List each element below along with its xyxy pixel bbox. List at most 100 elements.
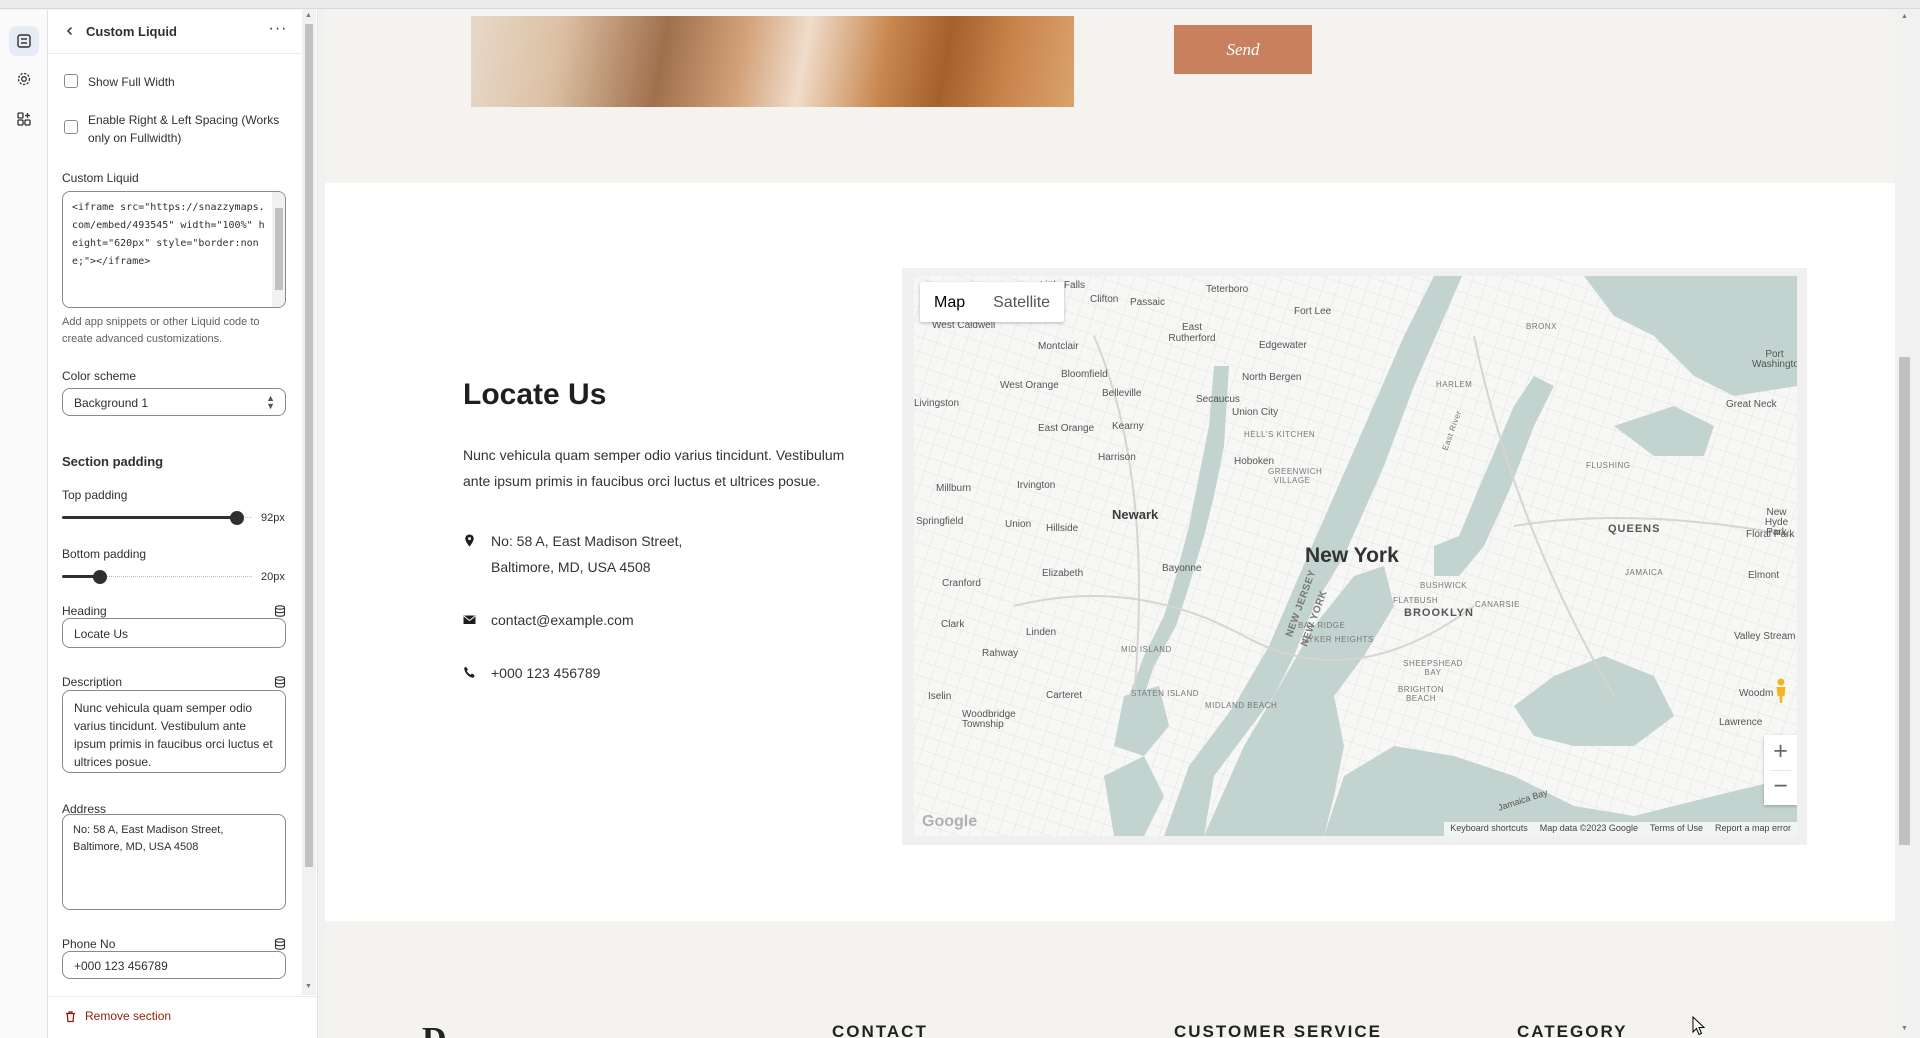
bottom-padding-slider[interactable] xyxy=(62,569,252,585)
scroll-up-icon[interactable]: ▲ xyxy=(1901,13,1908,20)
gear-icon[interactable] xyxy=(9,64,39,94)
footer: D CONTACT CUSTOMER SERVICE CATEGORY xyxy=(325,921,1895,1038)
heading-label: Heading xyxy=(62,604,107,618)
zoom-out-button[interactable]: − xyxy=(1764,770,1797,805)
scroll-down-icon[interactable]: ▼ xyxy=(1901,1025,1908,1032)
dynamic-source-icon[interactable] xyxy=(274,676,286,688)
top-padding-value: 92px xyxy=(261,512,285,524)
map-label: Springfield xyxy=(916,516,964,527)
contact-image xyxy=(471,16,1074,107)
map-label: East Rutherford xyxy=(1168,322,1216,344)
remove-section-label: Remove section xyxy=(85,1009,172,1023)
scroll-down-icon[interactable]: ▼ xyxy=(305,983,312,990)
preview-scroll-thumb[interactable] xyxy=(1899,357,1910,845)
select-chevron-icon: ▲ ▼ xyxy=(266,393,275,411)
dynamic-source-icon[interactable] xyxy=(274,605,286,617)
terms-of-use-link[interactable]: Terms of Use xyxy=(1644,822,1709,836)
footer-category-heading: CATEGORY xyxy=(1517,1022,1628,1038)
description-textarea[interactable]: Nunc vehicula quam semper odio varius ti… xyxy=(62,690,286,773)
map-label: Union City xyxy=(1232,407,1279,418)
map-label: GREENWICH VILLAGE xyxy=(1268,467,1323,485)
google-map[interactable]: Little Falls Clifton Passaic Teterboro F… xyxy=(914,276,1797,836)
address-line-1: No: 58 A, East Madison Street, xyxy=(491,533,683,549)
map-label: Port Washington xyxy=(1752,349,1797,370)
map-attribution: Keyboard shortcuts Map data ©2023 Google… xyxy=(1444,822,1797,836)
enable-spacing-checkbox[interactable] xyxy=(64,120,78,134)
icon-rail xyxy=(0,10,48,1038)
map-label: Great Neck xyxy=(1726,399,1777,410)
top-strip xyxy=(0,0,1920,9)
map-label: Carteret xyxy=(1046,690,1083,701)
report-map-error-link[interactable]: Report a map error xyxy=(1709,822,1797,836)
top-padding-slider[interactable] xyxy=(62,510,252,526)
preview-scrollbar[interactable]: ▲ ▼ xyxy=(1895,10,1920,1038)
bottom-padding-knob[interactable] xyxy=(93,570,107,584)
map-label: MID ISLAND xyxy=(1121,645,1172,654)
map-label: Valley Stream xyxy=(1734,631,1796,642)
show-full-width-checkbox-row[interactable]: Show Full Width xyxy=(64,73,175,91)
location-pin-icon xyxy=(465,534,474,547)
apps-icon[interactable] xyxy=(9,104,39,134)
more-options-icon[interactable]: ··· xyxy=(266,21,290,42)
map-type-map[interactable]: Map xyxy=(920,282,979,322)
map-label: Bayonne xyxy=(1162,563,1202,574)
map-label: Hoboken xyxy=(1234,456,1275,467)
enable-spacing-checkbox-row[interactable]: Enable Right & Left Spacing (Works only … xyxy=(64,111,284,147)
color-scheme-value: Background 1 xyxy=(74,396,149,410)
address-line-2: Baltimore, MD, USA 4508 xyxy=(491,559,651,575)
top-padding-knob[interactable] xyxy=(229,511,244,525)
sections-icon[interactable] xyxy=(9,26,39,56)
dynamic-source-icon[interactable] xyxy=(274,938,286,950)
map-label: Millburn xyxy=(936,483,972,494)
map-label: Clifton xyxy=(1090,294,1119,305)
map-borough-label: HARLEM xyxy=(1436,380,1473,389)
heading-input[interactable]: Locate Us xyxy=(62,618,286,648)
map-label: North Bergen xyxy=(1242,372,1302,383)
map-borough-label: QUEENS xyxy=(1608,523,1661,535)
map-label: BUSHWICK xyxy=(1420,581,1468,590)
custom-liquid-textarea[interactable]: <iframe src="https://snazzymaps.com/embe… xyxy=(62,191,286,308)
code-scroll-thumb[interactable] xyxy=(275,208,283,290)
send-button[interactable]: Send xyxy=(1174,25,1312,74)
map-label: Fort Lee xyxy=(1294,306,1332,317)
footer-customer-service-heading: CUSTOMER SERVICE xyxy=(1174,1022,1383,1038)
google-logo: Google xyxy=(922,813,978,830)
custom-liquid-code: <iframe src="https://snazzymaps.com/embe… xyxy=(72,202,265,267)
locate-us-section: Locate Us Nunc vehicula quam semper odio… xyxy=(325,183,1895,921)
email-item: contact@example.com xyxy=(463,607,634,633)
map-city-label: Newark xyxy=(1112,507,1159,522)
map-label: FLUSHING xyxy=(1586,461,1631,470)
map-label: STATEN ISLAND xyxy=(1131,689,1199,698)
address-textarea[interactable]: No: 58 A, East Madison Street, Baltimore… xyxy=(62,814,286,910)
color-scheme-label: Color scheme xyxy=(62,369,137,383)
phone-input[interactable]: +000 123 456789 xyxy=(62,951,286,979)
enable-spacing-label: Enable Right & Left Spacing (Works only … xyxy=(88,113,280,145)
heading-label-row: Heading xyxy=(62,604,286,618)
remove-section-button[interactable]: Remove section xyxy=(64,1009,171,1023)
map-label: Kearny xyxy=(1112,421,1144,432)
zoom-control: + − xyxy=(1764,735,1797,805)
map-label: Cranford xyxy=(942,578,981,589)
locate-description: Nunc vehicula quam semper odio varius ti… xyxy=(463,447,845,489)
code-scrollbar[interactable] xyxy=(272,192,285,307)
pegman-icon[interactable] xyxy=(1774,678,1788,704)
map-label: SHEEPSHEAD BAY xyxy=(1403,659,1463,677)
description-label: Description xyxy=(62,675,123,689)
phone-text[interactable]: +000 123 456789 xyxy=(491,660,600,686)
contact-form-section: Send xyxy=(325,10,1895,183)
back-arrow-icon[interactable] xyxy=(60,21,80,41)
panel-scroll-thumb[interactable] xyxy=(305,24,313,867)
color-scheme-select[interactable]: Background 1 ▲ ▼ xyxy=(62,388,286,416)
zoom-in-button[interactable]: + xyxy=(1764,735,1797,770)
map-type-satellite[interactable]: Satellite xyxy=(979,282,1064,322)
trash-icon xyxy=(66,1010,75,1022)
keyboard-shortcuts-link[interactable]: Keyboard shortcuts xyxy=(1444,822,1534,836)
email-text[interactable]: contact@example.com xyxy=(491,607,634,633)
store-preview: Send Locate Us Nunc vehicula quam semper… xyxy=(325,10,1895,1038)
map-borough-label: BROOKLYN xyxy=(1404,607,1474,619)
scroll-up-icon[interactable]: ▲ xyxy=(305,12,312,19)
panel-title: Custom Liquid xyxy=(86,24,177,39)
show-full-width-checkbox[interactable] xyxy=(64,74,78,88)
footer-contact-heading: CONTACT xyxy=(832,1022,928,1038)
panel-scrollbar[interactable]: ▲ ▼ xyxy=(302,10,316,995)
